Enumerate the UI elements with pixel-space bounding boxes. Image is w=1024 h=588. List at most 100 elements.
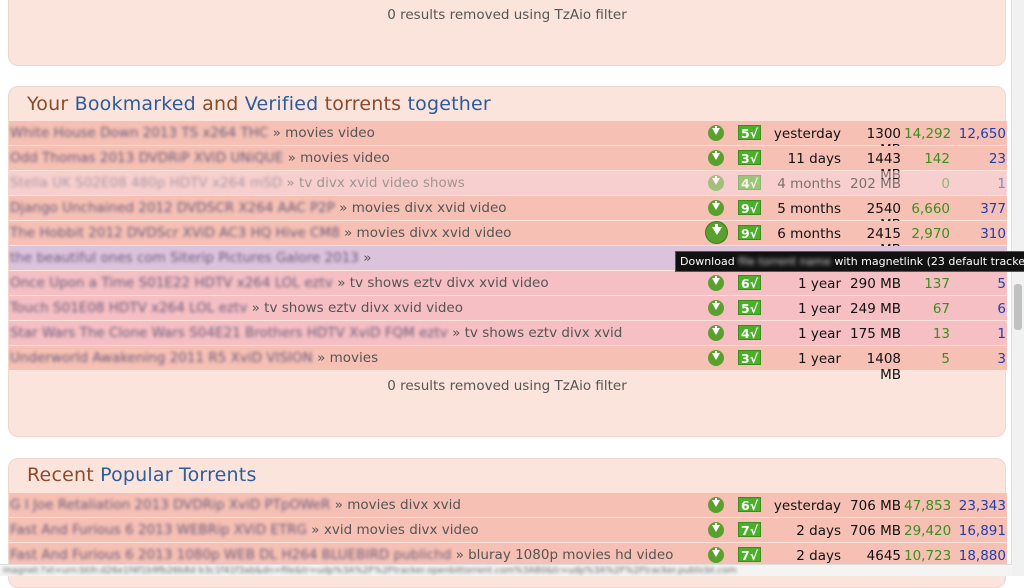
download-icon[interactable]	[708, 547, 724, 563]
seeders-count: 142	[924, 151, 950, 167]
torrent-size: 249 MB	[850, 301, 901, 317]
torrent-title-link[interactable]: Underworld Awakening 2011 R5 XviD VISION	[10, 350, 313, 366]
leechers-count: 1	[997, 326, 1006, 342]
title-part: and	[195, 93, 245, 115]
seeders-count: 13	[932, 326, 950, 342]
torrent-size: 202 MB	[850, 176, 901, 192]
torrent-row[interactable]: Django Unchained 2012 DVDSCR X264 AAC P2…	[9, 196, 1007, 233]
torrent-category: » movies	[317, 350, 379, 366]
torrent-row[interactable]: Touch S01E08 HDTV x264 LOL eztv » tv sho…	[9, 296, 1007, 321]
verified-badge[interactable]: 6√	[738, 275, 762, 291]
torrent-title-link[interactable]: Fast And Furious 6 2013 1080p WEB DL H26…	[10, 547, 451, 563]
leechers-count: 6	[997, 301, 1006, 317]
download-icon[interactable]	[708, 200, 724, 216]
bookmarked-title: Your Bookmarked and Verified torrents to…	[27, 93, 491, 115]
status-bar: magnet:?xt=urn:btih:d26e1f4f1b9fb26b8d b…	[0, 564, 1012, 576]
title-part: Verified	[244, 93, 319, 115]
torrent-title-link[interactable]: the beautiful ones com Siterip Pictures …	[10, 250, 359, 266]
torrent-title-link[interactable]: Once Upon a Time S01E22 HDTV x264 LOL ez…	[10, 275, 333, 291]
torrent-age: 2 days	[796, 548, 841, 564]
torrent-row[interactable]: Odd Thomas 2013 DVDRiP XViD UNiQUE » mov…	[9, 146, 1007, 183]
torrent-name-cell: Stella UK S02E08 480p HDTV x264 mSD » tv…	[10, 175, 465, 191]
torrent-age: 4 months	[777, 176, 841, 192]
download-icon[interactable]	[706, 222, 727, 243]
torrent-row[interactable]: Once Upon a Time S01E22 HDTV x264 LOL ez…	[9, 271, 1007, 296]
verified-badge[interactable]: 4√	[738, 175, 762, 191]
vertical-scrollbar[interactable]	[1011, 0, 1024, 576]
torrent-category: » bluray 1080p movies hd video	[455, 547, 674, 563]
popular-list: G I Joe Retaliation 2013 DVDRip XviD PTp…	[9, 493, 1007, 580]
torrent-name-cell: Odd Thomas 2013 DVDRiP XViD UNiQUE » mov…	[10, 150, 390, 166]
torrent-title-link[interactable]: Django Unchained 2012 DVDSCR X264 AAC P2…	[10, 200, 335, 216]
seeders-count: 10,723	[904, 548, 952, 564]
download-icon[interactable]	[708, 300, 724, 316]
verified-badge[interactable]: 6√	[738, 497, 762, 513]
download-icon[interactable]	[708, 275, 724, 291]
leechers-count: 16,891	[958, 523, 1006, 539]
torrent-title-link[interactable]: Odd Thomas 2013 DVDRiP XViD UNiQUE	[10, 150, 283, 166]
title-part: Your	[27, 93, 75, 115]
torrent-category: » movies divx xvid	[334, 497, 461, 513]
tooltip-prefix: Download	[680, 255, 735, 268]
torrent-row[interactable]: The Hobbit 2012 DVDScr XViD AC3 HQ Hive …	[9, 221, 1007, 258]
verified-badge[interactable]: 7√	[738, 522, 762, 538]
title-part: Popular Torrents	[100, 464, 257, 486]
torrent-size: 706 MB	[850, 498, 901, 514]
download-tooltip: Download file torrent name with magnetli…	[675, 251, 1024, 272]
torrent-age: 2 days	[796, 523, 841, 539]
torrent-category: »	[363, 250, 372, 266]
torrent-title-link[interactable]: The Hobbit 2012 DVDScr XViD AC3 HQ Hive …	[10, 225, 340, 241]
title-part: Bookmarked	[74, 93, 196, 115]
download-icon[interactable]	[708, 175, 724, 191]
previous-results-panel: 0 results removed using TzAio filter	[8, 0, 1006, 66]
torrent-name-cell: The Hobbit 2012 DVDScr XViD AC3 HQ Hive …	[10, 225, 511, 241]
torrent-title-link[interactable]: Star Wars The Clone Wars S04E21 Brothers…	[10, 325, 448, 341]
leechers-count: 12,650	[958, 126, 1006, 142]
torrent-row[interactable]: Stella UK S02E08 480p HDTV x264 mSD » tv…	[9, 171, 1007, 196]
torrent-category: » tv shows eztv divx xvid video	[337, 275, 549, 291]
torrent-size: 175 MB	[850, 326, 901, 342]
torrent-row[interactable]: White House Down 2013 TS x264 THC » movi…	[9, 121, 1007, 158]
torrent-age: 6 months	[777, 226, 841, 242]
download-icon[interactable]	[708, 522, 724, 538]
torrent-name-cell: Once Upon a Time S01E22 HDTV x264 LOL ez…	[10, 275, 549, 291]
torrent-title-link[interactable]: Touch S01E08 HDTV x264 LOL eztv	[10, 300, 247, 316]
torrent-title-link[interactable]: White House Down 2013 TS x264 THC	[10, 125, 268, 141]
torrent-age: 5 months	[777, 201, 841, 217]
seeders-count: 137	[924, 276, 950, 292]
verified-badge[interactable]: 4√	[738, 325, 762, 341]
verified-badge[interactable]: 5√	[738, 125, 762, 141]
verified-badge[interactable]: 9√	[738, 225, 762, 241]
torrent-row[interactable]: Underworld Awakening 2011 R5 XviD VISION…	[9, 346, 1007, 383]
torrent-row[interactable]: Star Wars The Clone Wars S04E21 Brothers…	[9, 321, 1007, 346]
torrent-size: 706 MB	[850, 523, 901, 539]
download-icon[interactable]	[708, 125, 724, 141]
download-icon[interactable]	[708, 150, 724, 166]
download-icon[interactable]	[708, 325, 724, 341]
verified-badge[interactable]: 3√	[738, 150, 762, 166]
torrent-age: 1 year	[798, 326, 841, 342]
leechers-count: 3	[997, 351, 1006, 367]
download-icon[interactable]	[708, 497, 724, 513]
torrent-title-link[interactable]: Fast And Furious 6 2013 WEBRip XViD ETRG	[10, 522, 307, 538]
torrent-category: » movies divx xvid video	[339, 200, 507, 216]
torrent-title-link[interactable]: Stella UK S02E08 480p HDTV x264 mSD	[10, 175, 282, 191]
torrent-title-link[interactable]: G I Joe Retaliation 2013 DVDRip XviD PTp…	[10, 497, 330, 513]
torrent-name-cell: Touch S01E08 HDTV x264 LOL eztv » tv sho…	[10, 300, 463, 316]
download-icon[interactable]	[708, 350, 724, 366]
title-part: Recent	[27, 464, 101, 486]
torrent-row[interactable]: G I Joe Retaliation 2013 DVDRip XviD PTp…	[9, 493, 1007, 518]
filter-note: 0 results removed using TzAio filter	[387, 378, 627, 394]
torrent-name-cell: White House Down 2013 TS x264 THC » movi…	[10, 125, 375, 141]
title-part: together	[407, 93, 491, 115]
torrent-row[interactable]: Fast And Furious 6 2013 WEBRip XViD ETRG…	[9, 518, 1007, 543]
verified-badge[interactable]: 7√	[738, 547, 762, 563]
scrollbar-thumb[interactable]	[1014, 284, 1022, 330]
verified-badge[interactable]: 5√	[738, 300, 762, 316]
verified-badge[interactable]: 9√	[738, 200, 762, 216]
verified-badge[interactable]: 3√	[738, 350, 762, 366]
leechers-count: 377	[980, 201, 1006, 217]
status-link-text: magnet:?xt=urn:btih:d26e1f4f1b9fb26b8d b…	[3, 566, 737, 576]
popular-title: Recent Popular Torrents	[27, 464, 257, 486]
torrent-category: » xvid movies divx video	[311, 522, 479, 538]
